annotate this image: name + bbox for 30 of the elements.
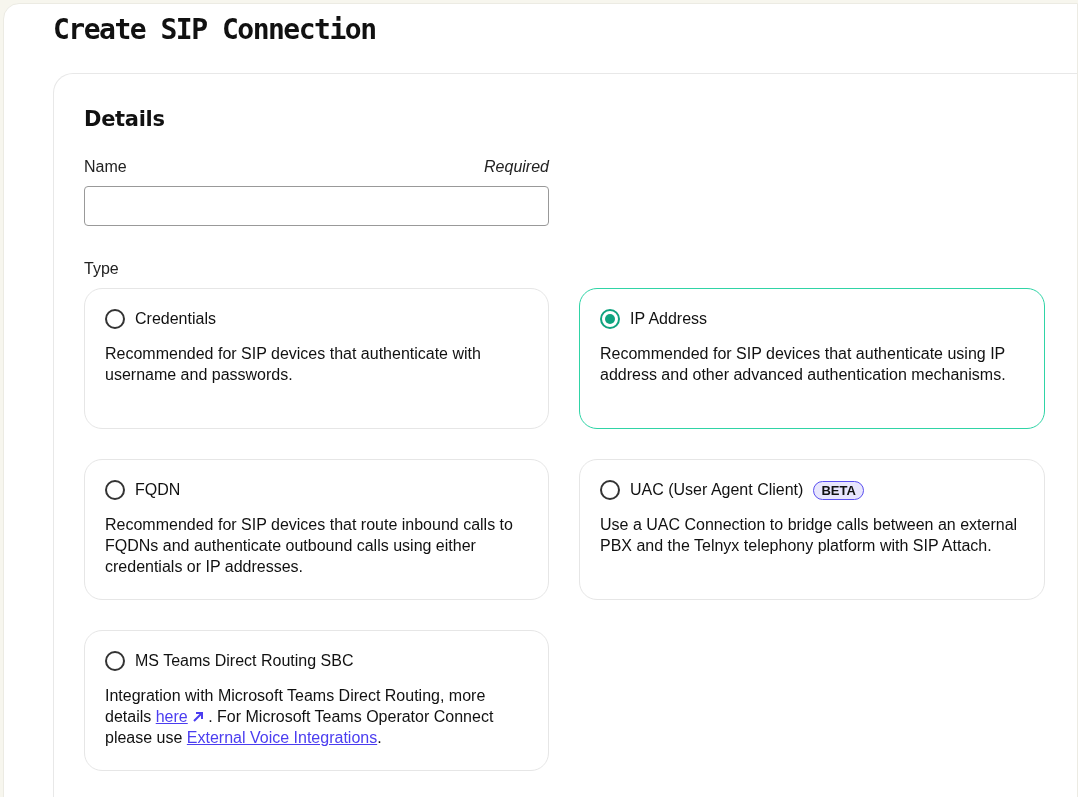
option-label: FQDN: [135, 481, 181, 499]
page-title: Create SIP Connection: [53, 12, 377, 48]
type-option-card[interactable]: MS Teams Direct Routing SBC Integration with Microsoft Teams Direct Routing, more details here . For Microsoft Teams Operator Connect please use External Voice Integrations.: [84, 630, 549, 771]
option-description: Recommended for SIP devices that authenticate with username and passwords.: [105, 344, 482, 385]
type-option-card[interactable]: UAC (User Agent Client) BETA Use a UAC Connection to bridge calls between an external PBX and the Telnyx telephony platform with SIP Attach.: [579, 459, 1045, 600]
field-label: Name: [84, 158, 127, 176]
external-arrow-icon: [191, 711, 204, 723]
beta-badge: BETA: [813, 480, 864, 500]
option-description: Recommended for SIP devices that route inbound calls to FQDNs and authenticate outbound calls using either credentials or IP addresses.: [105, 515, 514, 577]
radio-button[interactable]: [105, 651, 125, 671]
radio-button[interactable]: [105, 309, 125, 329]
here-link[interactable]: here: [155, 708, 188, 725]
option-label: MS Teams Direct Routing SBC: [135, 652, 354, 670]
integrations-link[interactable]: External Voice Integrations: [186, 729, 378, 746]
option-label: UAC (User Agent Client): [630, 481, 804, 499]
option-label: IP Address: [630, 310, 708, 328]
section-heading: Details: [84, 106, 166, 133]
option-description: Recommended for SIP devices that authenticate using IP address and other advanced authentication mechanisms.: [600, 344, 1007, 385]
radio-button[interactable]: [105, 480, 125, 500]
option-description: Integration with Microsoft Teams Direct Routing, more details here . For Microsoft Teams Operator Connect please use External Voice Integrations.: [105, 686, 495, 748]
type-option-card[interactable]: IP Address Recommended for SIP devices that authenticate using IP address and other advanced authentication mechanisms.: [579, 288, 1045, 429]
type-option-card[interactable]: Credentials Recommended for SIP devices that authenticate with username and passwords.: [84, 288, 549, 429]
radio-button[interactable]: [600, 309, 620, 329]
option-description: Use a UAC Connection to bridge calls between an external PBX and the Telnyx telephony platform with SIP Attach.: [600, 515, 1019, 556]
option-label: Credentials: [135, 310, 216, 328]
required-hint: Required: [484, 158, 549, 176]
field-label: Type: [84, 260, 120, 278]
radio-button[interactable]: [600, 480, 620, 500]
type-option-card[interactable]: FQDN Recommended for SIP devices that route inbound calls to FQDNs and authenticate outbound calls using either credentials or IP addresses.: [84, 459, 549, 600]
name-input[interactable]: [84, 186, 549, 226]
